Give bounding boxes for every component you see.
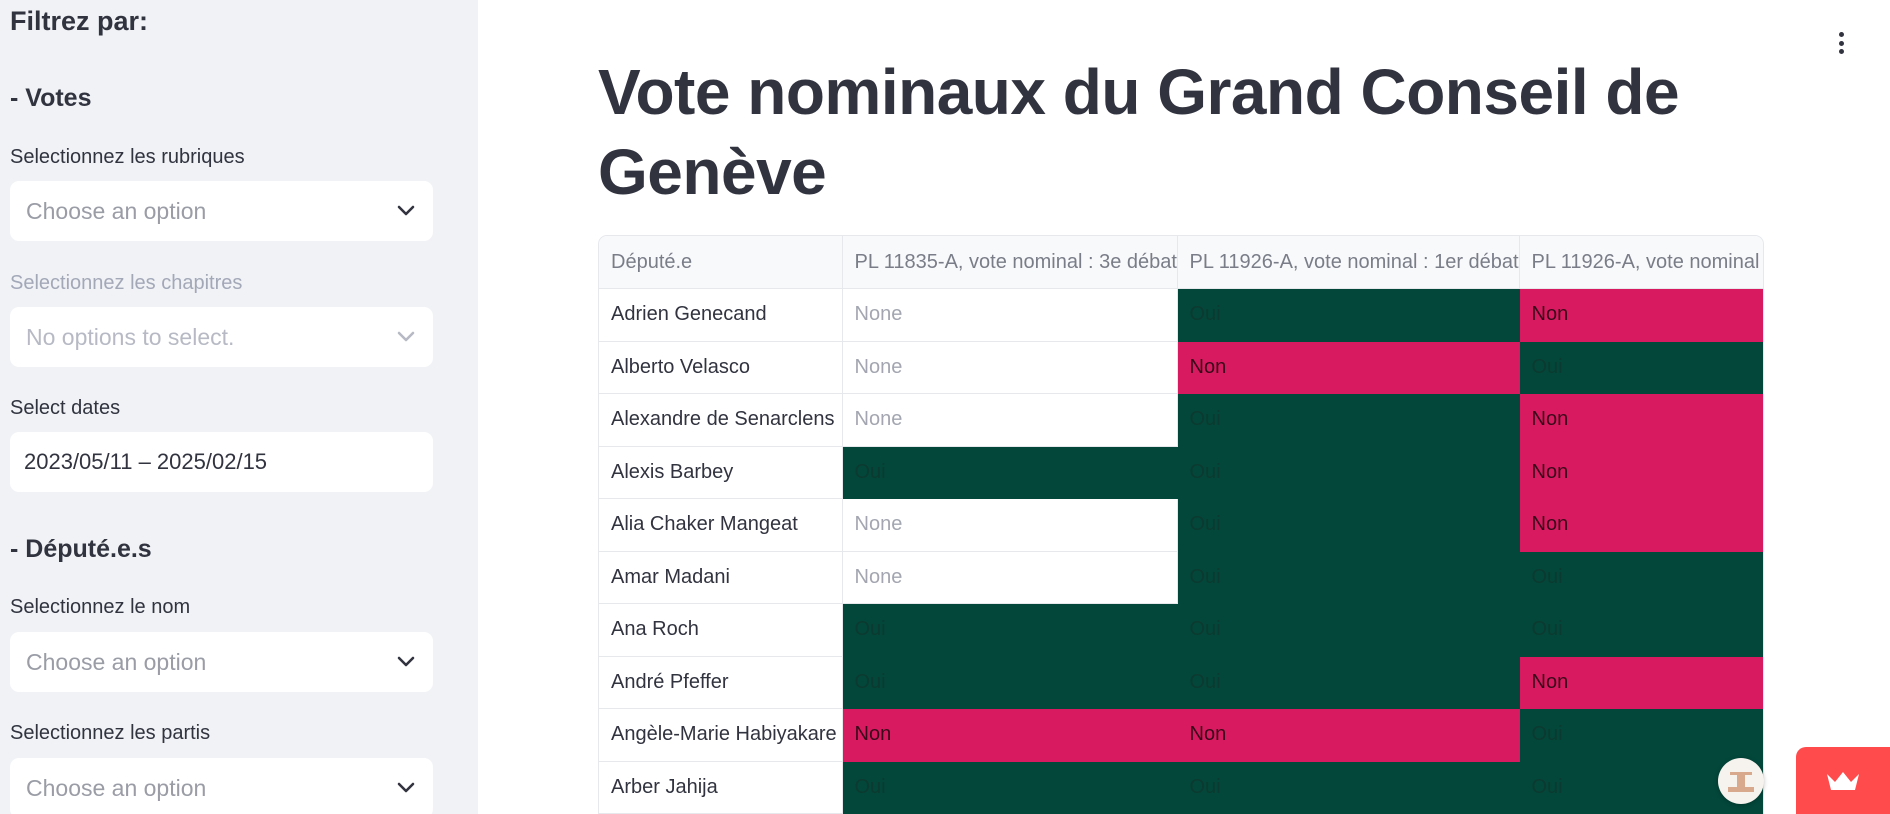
vote-cell-oui[interactable]: Oui: [842, 446, 1178, 499]
vote-cell-oui[interactable]: Oui: [1177, 498, 1520, 552]
table-row: Alexandre de Senarclens None Oui Non: [599, 393, 1763, 447]
vote-cell-oui[interactable]: Oui: [842, 761, 1178, 814]
page-title: Vote nominaux du Grand Conseil de Genève: [598, 56, 1680, 208]
chevron-down-icon: [395, 326, 417, 348]
depute-name-cell[interactable]: Amar Madani: [599, 551, 843, 604]
vote-cell-non[interactable]: Non: [1177, 708, 1520, 762]
date-range-input[interactable]: 2023/05/11 – 2025/02/15: [10, 432, 433, 492]
vote-cell-none[interactable]: None: [842, 551, 1178, 604]
vote-cell-none[interactable]: None: [842, 393, 1178, 447]
streamlit-crown-icon[interactable]: [1796, 747, 1890, 814]
vote-cell-oui[interactable]: Oui: [1177, 656, 1520, 709]
table-row: Alia Chaker Mangeat None Oui Non: [599, 498, 1763, 552]
depute-name-cell[interactable]: Alexandre de Senarclens: [599, 393, 843, 447]
vote-cell-oui[interactable]: Oui: [1177, 603, 1520, 657]
sidebar-title: Filtrez par:: [10, 6, 149, 36]
vote-cell-non[interactable]: Non: [1519, 393, 1763, 447]
table-row: Amar Madani None Oui Oui: [599, 551, 1763, 604]
table-row: Angèle-Marie Habiyakare Non Non Oui: [599, 708, 1763, 762]
sidebar: Filtrez par: - Votes Selectionnez les ru…: [0, 0, 478, 814]
vote-cell-non[interactable]: Non: [1519, 656, 1763, 709]
vote-cell-non[interactable]: Non: [842, 708, 1178, 762]
vote-cell-oui[interactable]: Oui: [1177, 393, 1520, 447]
column-header-depute[interactable]: Député.e: [599, 236, 843, 289]
table-row: Alexis Barbey Oui Oui Non: [599, 446, 1763, 499]
nom-label: Selectionnez le nom: [10, 596, 191, 618]
vote-cell-none[interactable]: None: [842, 498, 1178, 552]
vote-cell-oui[interactable]: Oui: [1519, 341, 1763, 394]
vote-cell-non[interactable]: Non: [1519, 446, 1763, 499]
table-row: Ana Roch Oui Oui Oui: [599, 603, 1763, 657]
deputes-section-heading: - Député.e.s: [10, 535, 152, 563]
depute-name-cell[interactable]: Arber Jahija: [599, 761, 843, 814]
column-header-vote[interactable]: PL 11835-A, vote nominal : 3e débat: [842, 236, 1178, 289]
chevron-down-icon: [395, 200, 417, 222]
vote-cell-non[interactable]: Non: [1519, 498, 1763, 552]
vote-cell-oui[interactable]: Oui: [842, 603, 1178, 657]
votes-section-heading: - Votes: [10, 84, 92, 112]
user-avatar-icon[interactable]: [1718, 758, 1764, 804]
chevron-down-icon: [395, 777, 417, 799]
table-header-row: Député.e PL 11835-A, vote nominal : 3e dé…: [599, 236, 1763, 289]
vote-cell-oui[interactable]: Oui: [1177, 288, 1520, 342]
vote-cell-oui[interactable]: Oui: [1519, 551, 1763, 604]
table-row: Adrien Genecand None Oui Non: [599, 288, 1763, 342]
vote-cell-oui[interactable]: Oui: [842, 656, 1178, 709]
depute-name-cell[interactable]: Alexis Barbey: [599, 446, 843, 499]
vote-cell-non[interactable]: Non: [1177, 341, 1520, 394]
vote-cell-non[interactable]: Non: [1519, 288, 1763, 342]
dates-label: Select dates: [10, 397, 121, 419]
vote-cell-oui[interactable]: Oui: [1177, 446, 1520, 499]
votes-table[interactable]: Député.e PL 11835-A, vote nominal : 3e dé…: [598, 235, 1764, 814]
nom-placeholder: Choose an option: [26, 648, 207, 675]
chapitres-select[interactable]: No options to select.: [10, 307, 433, 367]
table-row: Arber Jahija Oui Oui Oui: [599, 761, 1763, 814]
depute-name-cell[interactable]: Adrien Genecand: [599, 288, 843, 342]
partis-select[interactable]: Choose an option: [10, 758, 433, 814]
depute-name-cell[interactable]: Angèle-Marie Habiyakare: [599, 708, 843, 762]
vote-cell-none[interactable]: None: [842, 341, 1178, 394]
depute-name-cell[interactable]: Ana Roch: [599, 603, 843, 657]
rubriques-select[interactable]: Choose an option: [10, 181, 433, 241]
vote-cell-oui[interactable]: Oui: [1177, 551, 1520, 604]
partis-label: Selectionnez les partis: [10, 722, 211, 744]
depute-name-cell[interactable]: Alberto Velasco: [599, 341, 843, 394]
chapitres-placeholder: No options to select.: [26, 323, 235, 350]
depute-name-cell[interactable]: André Pfeffer: [599, 656, 843, 709]
main-content: Vote nominaux du Grand Conseil de Genève…: [478, 0, 1890, 814]
nom-select[interactable]: Choose an option: [10, 632, 433, 692]
vote-cell-oui[interactable]: Oui: [1177, 761, 1520, 814]
depute-name-cell[interactable]: Alia Chaker Mangeat: [599, 498, 843, 552]
table-row: Alberto Velasco None Non Oui: [599, 341, 1763, 394]
column-header-vote[interactable]: PL 11926-A, vote nominal : 1er débat: [1177, 236, 1520, 289]
rubriques-label: Selectionnez les rubriques: [10, 146, 245, 168]
vote-cell-oui[interactable]: Oui: [1519, 708, 1763, 762]
chevron-down-icon: [395, 651, 417, 673]
column-header-vote[interactable]: PL 11926-A, vote nominal : 3e débat: [1519, 236, 1763, 289]
chapitres-label: Selectionnez les chapitres: [10, 272, 243, 294]
partis-placeholder: Choose an option: [26, 774, 207, 801]
vote-cell-oui[interactable]: Oui: [1519, 603, 1763, 657]
table-row: André Pfeffer Oui Oui Non: [599, 656, 1763, 709]
rubriques-placeholder: Choose an option: [26, 197, 207, 224]
kebab-menu-icon[interactable]: [1830, 28, 1852, 58]
vote-cell-none[interactable]: None: [842, 288, 1178, 342]
